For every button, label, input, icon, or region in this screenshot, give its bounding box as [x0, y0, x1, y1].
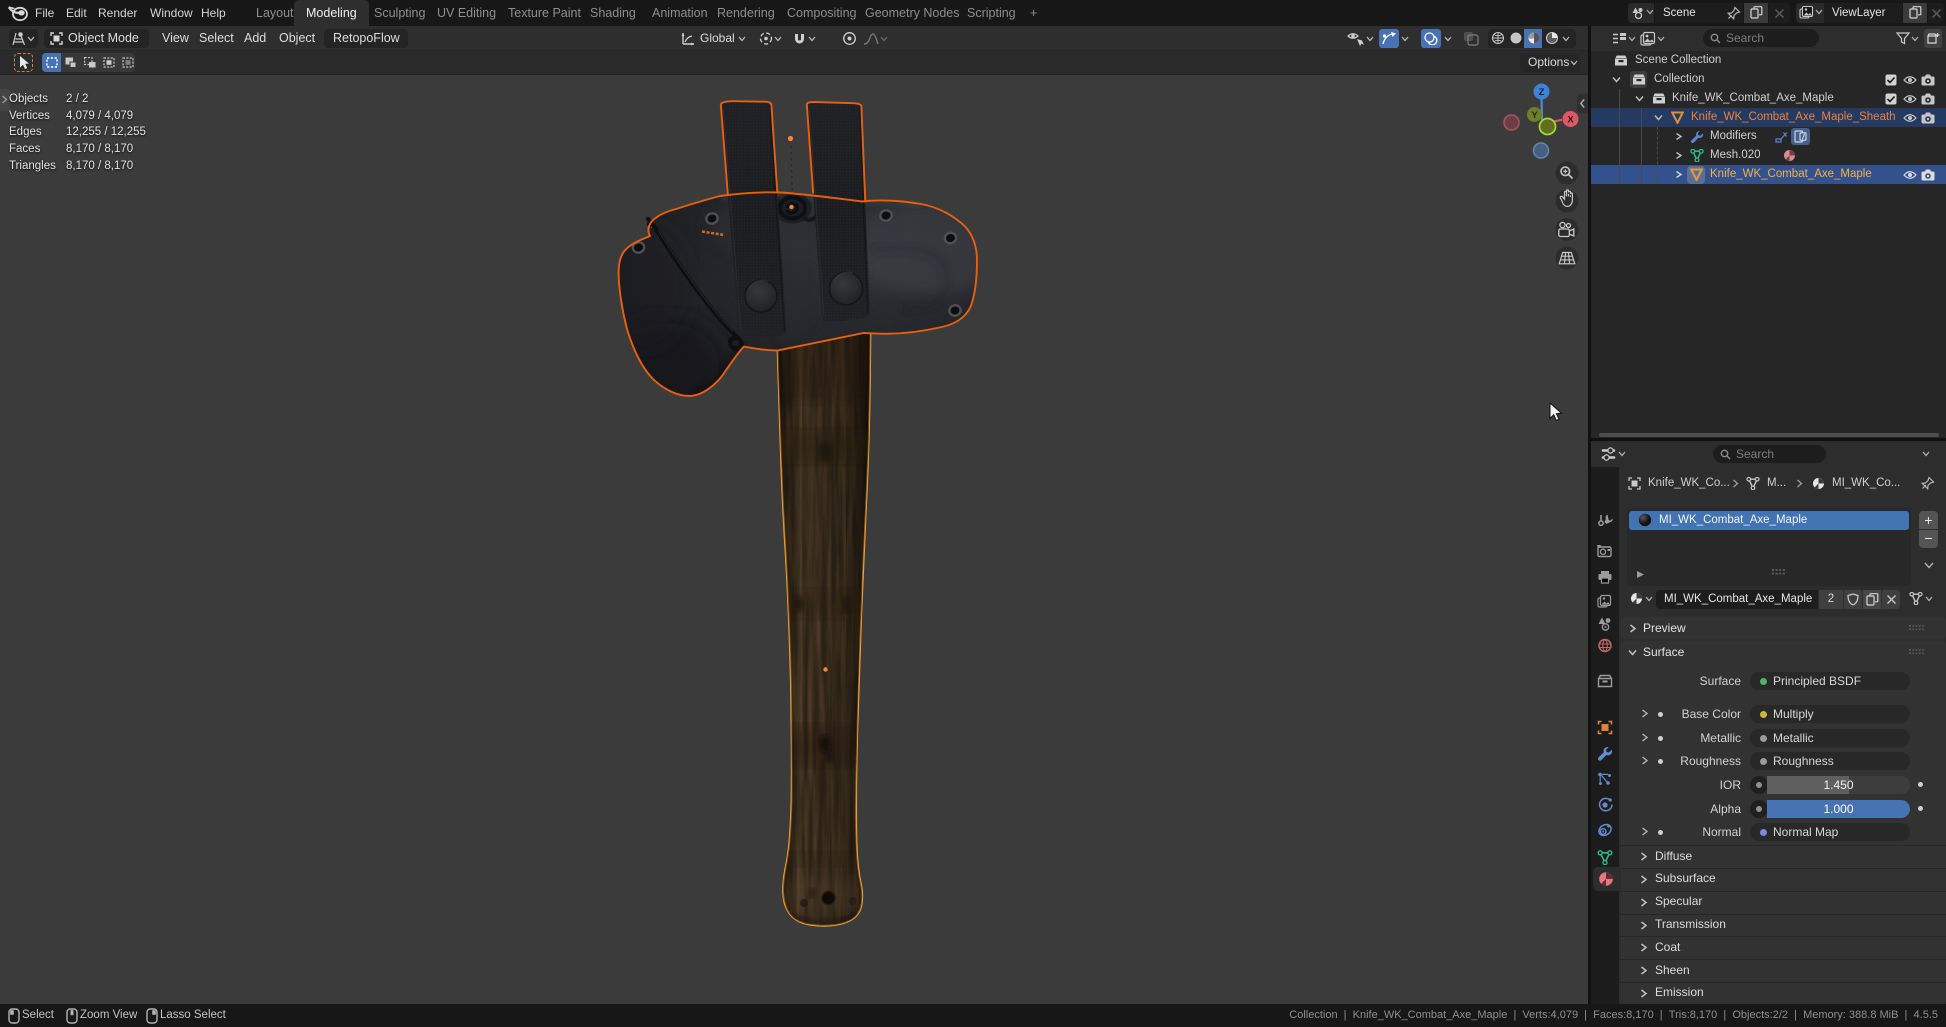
svg-text:Y: Y [1531, 110, 1538, 121]
svg-text:Z: Z [1539, 87, 1545, 98]
svg-text:X: X [1567, 115, 1574, 126]
